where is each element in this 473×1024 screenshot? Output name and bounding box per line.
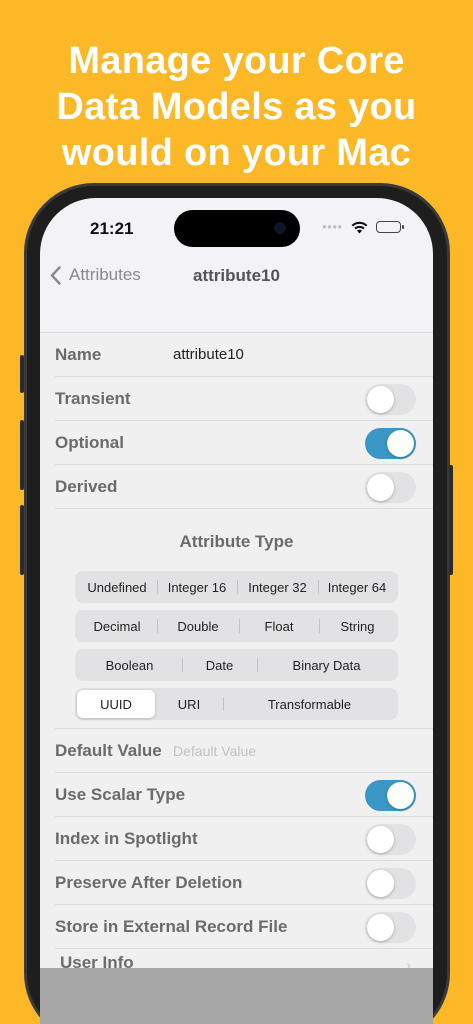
type-option[interactable]: Integer 16: [157, 573, 237, 601]
transient-label: Transient: [55, 389, 131, 408]
transient-toggle[interactable]: [365, 384, 416, 415]
type-segment-row-3: Boolean Date Binary Data: [75, 649, 398, 681]
name-row: Name attribute10: [55, 333, 433, 377]
battery-icon: [376, 221, 404, 233]
type-option[interactable]: Undefined: [77, 573, 157, 601]
default-value-row: Default Value Default Value: [55, 729, 433, 773]
default-value-field[interactable]: Default Value: [173, 743, 256, 759]
use-scalar-type-label: Use Scalar Type: [55, 785, 186, 804]
use-scalar-type-row: Use Scalar Type: [55, 773, 433, 817]
index-in-spotlight-toggle[interactable]: [365, 824, 416, 855]
type-option[interactable]: Date: [182, 651, 257, 679]
use-scalar-type-toggle[interactable]: [365, 780, 416, 811]
type-option[interactable]: String: [319, 612, 396, 640]
preserve-after-deletion-label: Preserve After Deletion: [55, 873, 243, 892]
bottom-overlay: [40, 968, 433, 1024]
volume-up-button: [20, 420, 24, 490]
type-segment-row-4: UUID URI Transformable: [75, 688, 398, 720]
type-segment-row-2: Decimal Double Float String: [75, 610, 398, 642]
status-time: 21:21: [90, 219, 134, 238]
type-option[interactable]: Integer 64: [318, 573, 396, 601]
preserve-after-deletion-row: Preserve After Deletion: [55, 861, 433, 905]
dynamic-island: [174, 210, 300, 247]
headline-line-3: would on your Mac: [61, 132, 412, 174]
wifi-icon: [351, 221, 368, 234]
preserve-after-deletion-toggle[interactable]: [365, 868, 416, 899]
navigation-bar: Attributes attribute10: [40, 256, 433, 300]
store-external-record-label: Store in External Record File: [55, 917, 288, 936]
attribute-form: Name attribute10 Transient Optional Deri…: [40, 332, 433, 979]
nav-title: attribute10: [193, 266, 280, 285]
phone-screen: 21:21 •••• Attributes attribute10 Name a…: [40, 198, 433, 1024]
derived-row: Derived: [55, 465, 433, 509]
status-icons: ••••: [322, 220, 404, 234]
attribute-type-section: Attribute Type Undefined Integer 16 Inte…: [55, 509, 433, 729]
optional-row: Optional: [55, 421, 433, 465]
type-option[interactable]: Boolean: [77, 651, 182, 679]
signal-dots-icon: ••••: [322, 220, 343, 234]
type-option[interactable]: Binary Data: [257, 651, 396, 679]
optional-label: Optional: [55, 433, 124, 452]
type-option[interactable]: Integer 32: [237, 573, 318, 601]
type-option[interactable]: Float: [239, 612, 319, 640]
derived-label: Derived: [55, 477, 118, 496]
headline-line-2: Data Models as you: [56, 86, 417, 128]
camera-icon: [274, 222, 286, 234]
index-in-spotlight-label: Index in Spotlight: [55, 829, 198, 848]
optional-toggle[interactable]: [365, 428, 416, 459]
store-external-record-toggle[interactable]: [365, 912, 416, 943]
derived-toggle[interactable]: [365, 472, 416, 503]
type-option[interactable]: Double: [157, 612, 239, 640]
name-label: Name: [55, 345, 102, 364]
store-external-record-row: Store in External Record File: [55, 905, 433, 949]
transient-row: Transient: [55, 377, 433, 421]
power-button: [449, 465, 453, 575]
headline-line-1: Manage your Core: [68, 40, 405, 82]
type-option[interactable]: URI: [155, 690, 223, 718]
name-field[interactable]: attribute10: [173, 346, 244, 363]
status-bar: 21:21 ••••: [40, 198, 433, 256]
promo-headline: Manage your Core Data Models as you woul…: [0, 38, 473, 176]
type-option[interactable]: Transformable: [223, 690, 396, 718]
action-button: [20, 355, 24, 393]
volume-down-button: [20, 505, 24, 575]
type-segment-row-1: Undefined Integer 16 Integer 32 Integer …: [75, 571, 398, 603]
attribute-type-title: Attribute Type: [179, 532, 294, 551]
default-value-label: Default Value: [55, 741, 162, 760]
type-option[interactable]: UUID: [77, 690, 155, 718]
type-option[interactable]: Decimal: [77, 612, 157, 640]
index-in-spotlight-row: Index in Spotlight: [55, 817, 433, 861]
